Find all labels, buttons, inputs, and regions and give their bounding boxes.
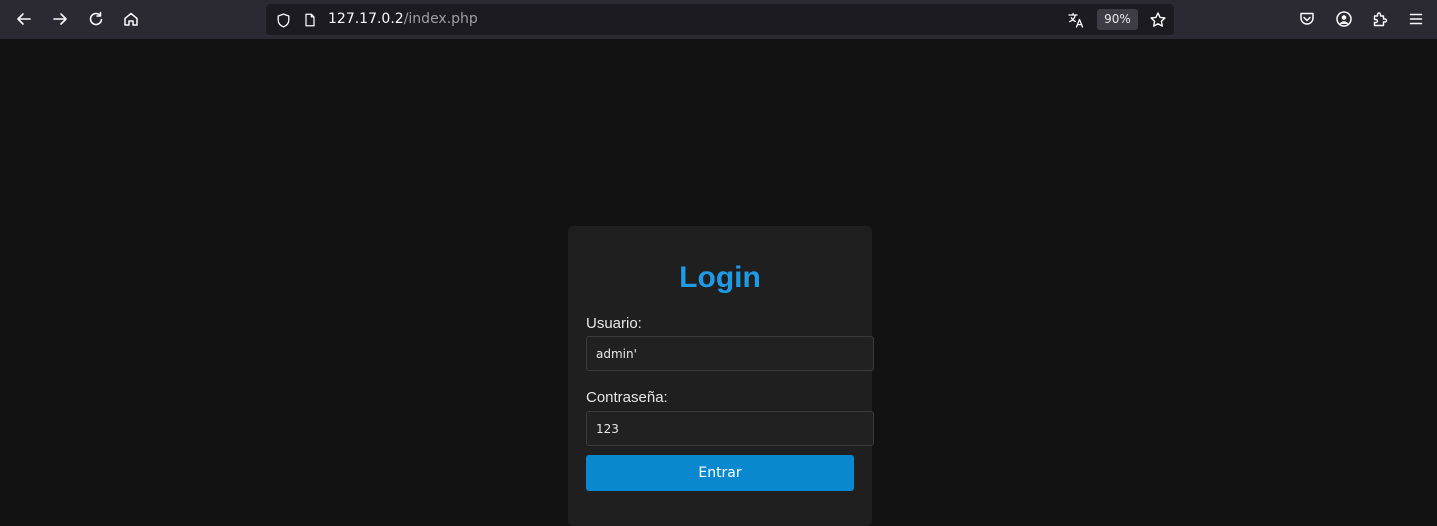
extensions-button[interactable]	[1365, 4, 1395, 34]
back-button[interactable]	[9, 4, 39, 34]
shield-icon	[277, 12, 289, 28]
reload-button[interactable]	[81, 4, 111, 34]
account-icon	[1336, 11, 1352, 27]
url-bar[interactable]: 127.17.0.2/index.php 90%	[266, 4, 1174, 35]
account-button[interactable]	[1329, 4, 1359, 34]
translate-button[interactable]	[1067, 11, 1085, 29]
submit-button[interactable]: Entrar	[586, 455, 854, 491]
username-input[interactable]	[586, 336, 874, 371]
password-input[interactable]	[586, 411, 874, 446]
url-host: 127.17.0.2	[328, 11, 404, 27]
zoom-level-button[interactable]: 90%	[1097, 9, 1138, 30]
login-card: Login Usuario: Contraseña: Entrar	[568, 226, 874, 526]
url-path: /index.php	[403, 11, 478, 27]
star-icon	[1150, 12, 1166, 27]
bookmark-button[interactable]	[1149, 11, 1167, 29]
menu-button[interactable]	[1401, 4, 1431, 34]
pocket-button[interactable]	[1292, 4, 1322, 34]
page-info-button[interactable]	[301, 11, 319, 29]
password-label: Contraseña:	[586, 389, 668, 406]
url-text[interactable]: 127.17.0.2/index.php	[328, 10, 478, 29]
home-icon	[124, 12, 138, 26]
page-icon	[305, 13, 315, 27]
tracking-protection-button[interactable]	[274, 11, 292, 29]
browser-toolbar: 127.17.0.2/index.php 90%	[0, 0, 1437, 39]
username-label: Usuario:	[586, 315, 642, 332]
back-arrow-icon	[17, 13, 31, 25]
translate-icon	[1068, 12, 1084, 28]
pocket-icon	[1300, 12, 1314, 25]
reload-icon	[89, 11, 103, 26]
login-title: Login	[679, 261, 761, 294]
forward-arrow-icon	[53, 13, 67, 25]
home-button[interactable]	[116, 4, 146, 34]
puzzle-icon	[1373, 12, 1388, 27]
page-content: Login Usuario: Contraseña: Entrar	[0, 39, 1437, 526]
forward-button[interactable]	[45, 4, 75, 34]
hamburger-menu-icon	[1409, 13, 1423, 25]
